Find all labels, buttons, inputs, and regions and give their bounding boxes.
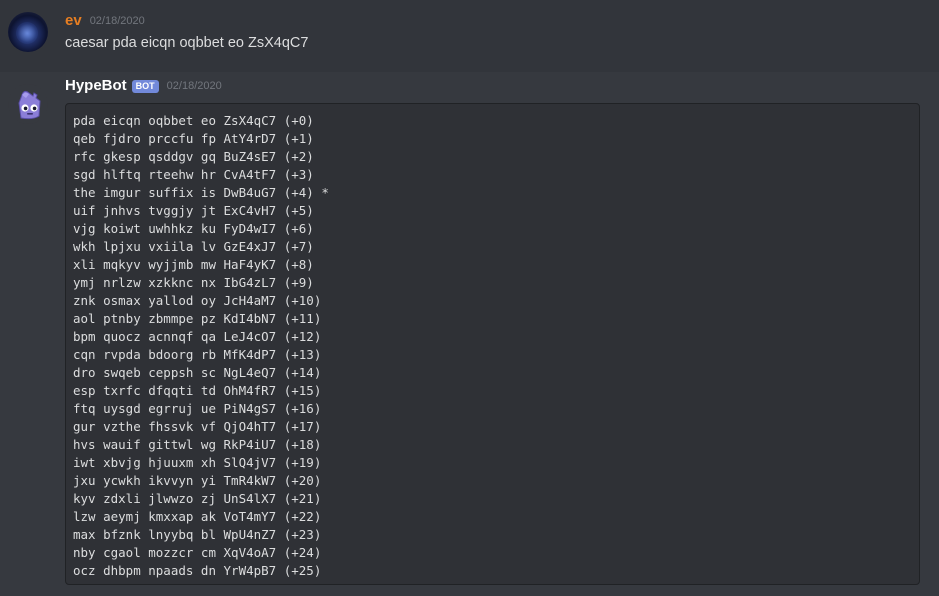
code-block: pda eicqn oqbbet eo ZsX4qC7 (+0) qeb fjd… [65,103,920,585]
code-line: dro swqeb ceppsh sc NgL4eQ7 (+14) [73,365,322,380]
code-line: lzw aeymj kmxxap ak VoT4mY7 (+22) [73,509,322,524]
code-line: max bfznk lnyybq bl WpU4nZ7 (+23) [73,527,322,542]
code-line: rfc gkesp qsddgv gq BuZ4sE7 (+2) [73,149,314,164]
code-line: cqn rvpda bdoorg rb MfK4dP7 (+13) [73,347,322,362]
message-ev: ev 02/18/2020 caesar pda eicqn oqbbet eo… [0,0,939,72]
code-line: jxu ycwkh ikvvyn yi TmR4kW7 (+20) [73,473,322,488]
code-line: aol ptnby zbmmpe pz KdI4bN7 (+11) [73,311,322,326]
code-line: iwt xbvjg hjuuxm xh SlQ4jV7 (+19) [73,455,322,470]
username[interactable]: HypeBot [65,77,127,95]
code-line: the imgur suffix is DwB4uG7 (+4) * [73,185,329,200]
avatar[interactable] [8,84,48,124]
code-line: esp txrfc dfqqti td OhM4fR7 (+15) [73,383,322,398]
code-line: uif jnhvs tvggjy jt ExC4vH7 (+5) [73,203,314,218]
message-content: caesar pda eicqn oqbbet eo ZsX4qC7 [65,35,309,51]
code-line: ocz dhbpm npaads dn YrW4pB7 (+25) [73,563,322,578]
code-line: nby cgaol mozzcr cm XqV4oA7 (+24) [73,545,322,560]
timestamp: 02/18/2020 [166,80,222,92]
code-line: ymj nrlzw xzkknc nx IbG4zL7 (+9) [73,275,314,290]
code-line: gur vzthe fhssvk vf QjO4hT7 (+17) [73,419,322,434]
bot-badge: BOT [131,79,159,93]
code-line: hvs wauif gittwl wg RkP4iU7 (+18) [73,437,322,452]
code-line: qeb fjdro prccfu fp AtY4rD7 (+1) [73,131,314,146]
code-line: pda eicqn oqbbet eo ZsX4qC7 (+0) [73,113,314,128]
message-header: ev 02/18/2020 [65,12,145,30]
message-header: HypeBot BOT 02/18/2020 [65,77,222,95]
code-line: sgd hlftq rteehw hr CvA4tF7 (+3) [73,167,314,182]
code-line: wkh lpjxu vxiila lv GzE4xJ7 (+7) [73,239,314,254]
code-line: kyv zdxli jlwwzo zj UnS4lX7 (+21) [73,491,322,506]
code-line: ftq uysgd egrruj ue PiN4gS7 (+16) [73,401,322,416]
avatar[interactable] [8,12,48,52]
username[interactable]: ev [65,12,82,30]
code-line: znk osmax yallod oy JcH4aM7 (+10) [73,293,322,308]
code-line: xli mqkyv wyjjmb mw HaF4yK7 (+8) [73,257,314,272]
code-line: vjg koiwt uwhhkz ku FyD4wI7 (+6) [73,221,314,236]
timestamp: 02/18/2020 [89,15,145,27]
bot-robot-icon [18,90,41,120]
code-line: bpm quocz acnnqf qa LeJ4cO7 (+12) [73,329,322,344]
chat-messages: ev 02/18/2020 caesar pda eicqn oqbbet eo… [0,0,939,596]
